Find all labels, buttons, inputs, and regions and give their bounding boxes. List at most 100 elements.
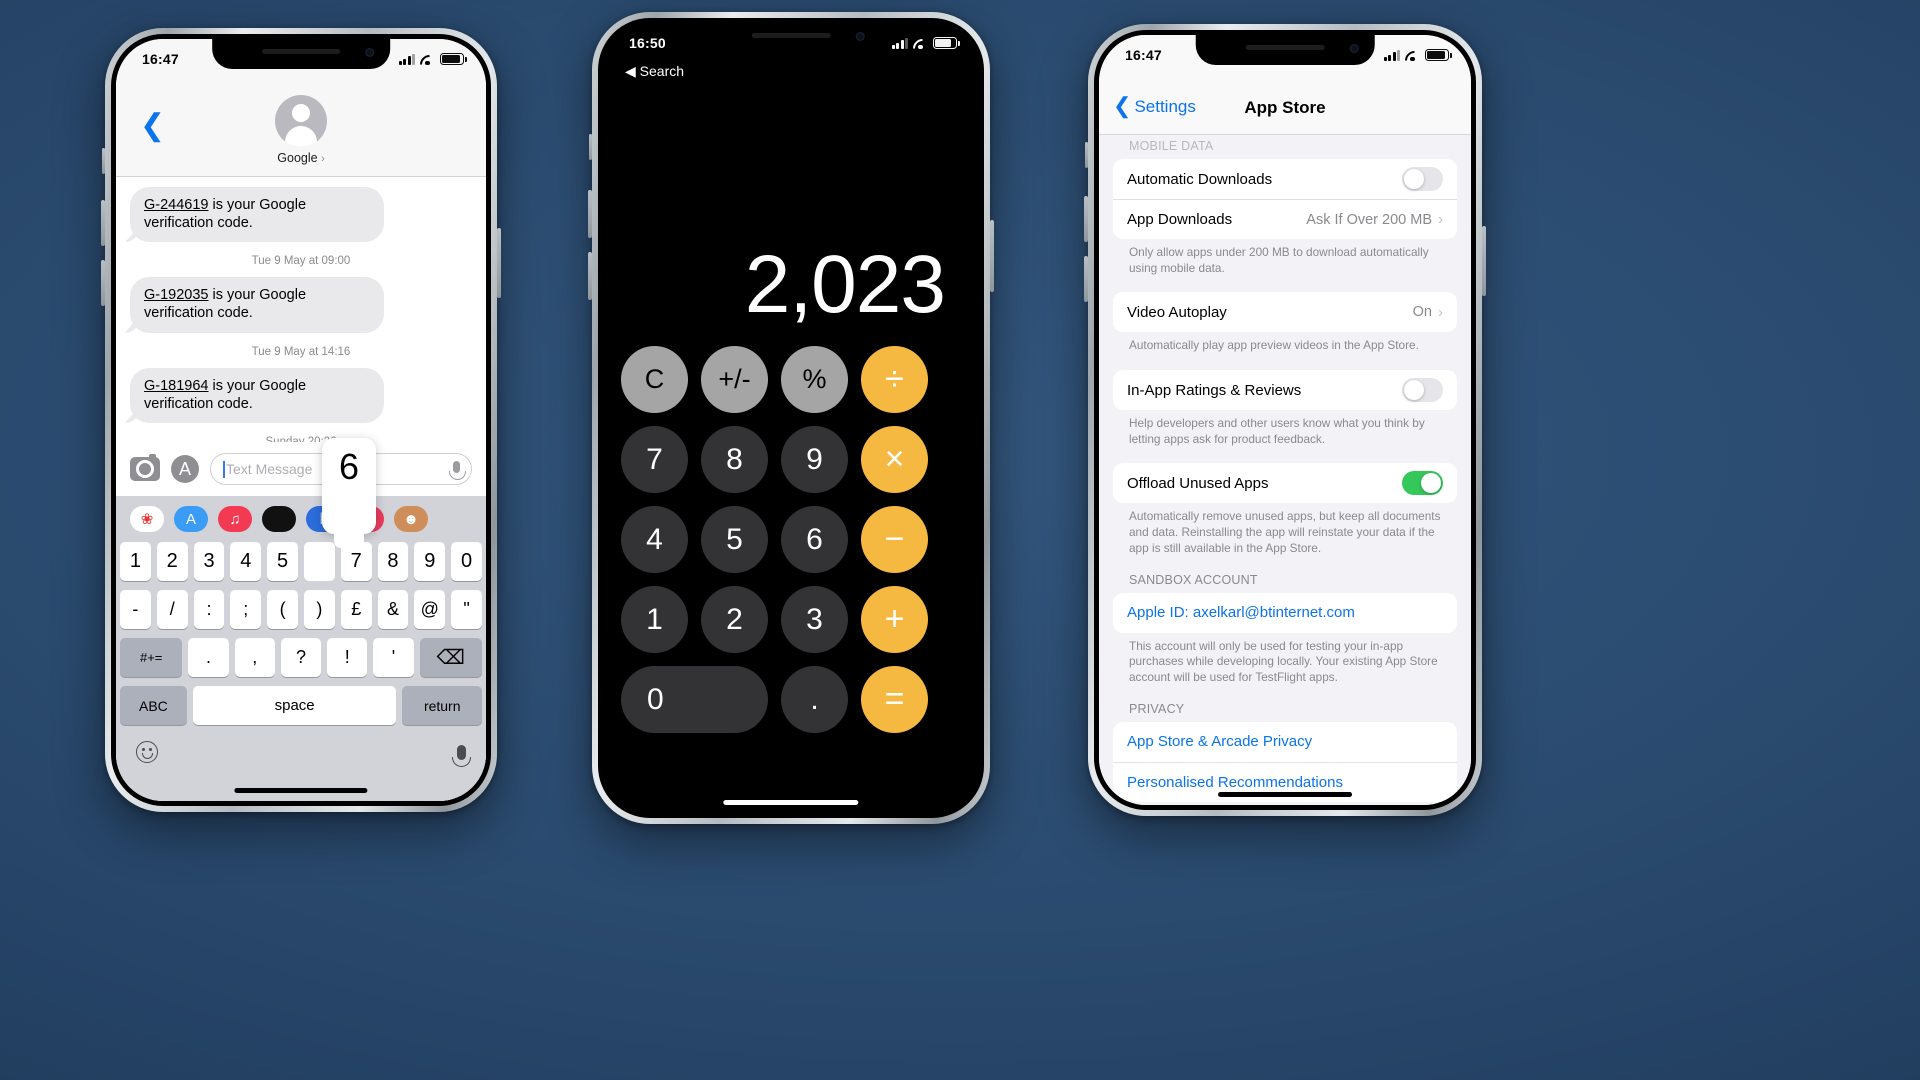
key-period[interactable]: . xyxy=(188,638,229,677)
volume-up-button[interactable] xyxy=(588,190,592,238)
key-1[interactable]: 1 xyxy=(120,542,151,581)
row-in-app-ratings[interactable]: In-App Ratings & Reviews xyxy=(1113,370,1457,410)
volume-down-button[interactable] xyxy=(588,252,592,300)
key-paren-close[interactable]: ) xyxy=(304,590,335,629)
automatic-downloads-toggle[interactable] xyxy=(1402,167,1443,191)
key-popup-preview: 6 xyxy=(322,438,376,534)
row-sandbox-apple-id[interactable]: Apple ID: axelkarl@btinternet.com xyxy=(1113,593,1457,633)
volume-up-button[interactable] xyxy=(1084,196,1088,242)
key-apostrophe[interactable]: ' xyxy=(373,638,414,677)
key-9[interactable]: 9 xyxy=(414,542,446,581)
key-ampersand[interactable]: & xyxy=(377,590,409,629)
plus-key[interactable]: + xyxy=(861,586,928,653)
equals-key[interactable]: = xyxy=(861,666,928,733)
phone-calculator: 16:50 ◀ Search 2,023 C +/- % ÷ 7 8 9 × 4… xyxy=(588,12,994,824)
key-hyphen[interactable]: - xyxy=(120,590,151,629)
abc-key[interactable]: ABC xyxy=(120,686,187,725)
digit-2-key[interactable]: 2 xyxy=(701,586,768,653)
earpiece-speaker xyxy=(751,33,831,38)
section-header-mobile-data: MOBILE DATA xyxy=(1129,139,1214,153)
music-app-icon[interactable]: ♫ xyxy=(218,506,252,532)
digit-5-key[interactable]: 5 xyxy=(701,506,768,573)
mute-switch[interactable] xyxy=(1085,142,1088,168)
digit-3-key[interactable]: 3 xyxy=(781,586,848,653)
clear-key[interactable]: C xyxy=(621,346,688,413)
row-app-downloads[interactable]: App Downloads Ask If Over 200 MB › xyxy=(1113,199,1457,239)
contact-header[interactable]: Google › xyxy=(116,95,486,165)
divide-key[interactable]: ÷ xyxy=(861,346,928,413)
digit-4-key[interactable]: 4 xyxy=(621,506,688,573)
mute-switch[interactable] xyxy=(589,134,592,160)
key-paren-open[interactable]: ( xyxy=(267,590,298,629)
row-automatic-downloads[interactable]: Automatic Downloads xyxy=(1113,159,1457,199)
offload-unused-apps-toggle[interactable] xyxy=(1402,471,1443,496)
key-exclamation[interactable]: ! xyxy=(327,638,368,677)
minus-key[interactable]: − xyxy=(861,506,928,573)
row-app-store-arcade-privacy[interactable]: App Store & Arcade Privacy xyxy=(1113,722,1457,762)
volume-down-button[interactable] xyxy=(1084,256,1088,302)
key-colon[interactable]: : xyxy=(193,590,225,629)
message-bubble[interactable]: G-192035 is your Google verification cod… xyxy=(130,277,384,333)
page-title: App Store xyxy=(1244,98,1326,117)
volume-up-button[interactable] xyxy=(101,200,105,246)
mute-switch[interactable] xyxy=(102,148,105,174)
key-5[interactable]: 5 xyxy=(267,542,298,581)
key-3[interactable]: 3 xyxy=(193,542,225,581)
row-video-autoplay[interactable]: Video Autoplay On › xyxy=(1113,292,1457,332)
key-6[interactable]: 6 xyxy=(304,542,335,581)
in-app-ratings-toggle[interactable] xyxy=(1402,378,1443,403)
power-button[interactable] xyxy=(990,220,994,292)
key-2[interactable]: 2 xyxy=(156,542,188,581)
key-8[interactable]: 8 xyxy=(377,542,409,581)
digit-7-key[interactable]: 7 xyxy=(621,426,688,493)
key-quote[interactable]: " xyxy=(451,590,482,629)
home-indicator[interactable] xyxy=(1218,792,1352,797)
decimal-key[interactable]: . xyxy=(781,666,848,733)
percent-key[interactable]: % xyxy=(781,346,848,413)
video-autoplay-card: Video Autoplay On › xyxy=(1113,292,1457,333)
key-slash[interactable]: / xyxy=(156,590,188,629)
key-0[interactable]: 0 xyxy=(451,542,482,581)
key-comma[interactable]: , xyxy=(234,638,275,677)
key-at[interactable]: @ xyxy=(414,590,446,629)
emoji-icon[interactable] xyxy=(136,741,158,763)
message-bubble[interactable]: G-181964 is your Google verification cod… xyxy=(130,367,384,423)
return-key[interactable]: return xyxy=(402,686,482,725)
settings-list[interactable]: MOBILE DATA Automatic Downloads App Down… xyxy=(1099,135,1471,805)
key-semicolon[interactable]: ; xyxy=(230,590,262,629)
memoji-app-icon[interactable]: ☻ xyxy=(394,506,428,532)
row-offload-unused-apps[interactable]: Offload Unused Apps xyxy=(1113,463,1457,503)
back-to-search-link[interactable]: ◀ Search xyxy=(625,63,684,80)
key-pound[interactable]: £ xyxy=(340,590,372,629)
offload-unused-card: Offload Unused Apps xyxy=(1113,463,1457,504)
home-indicator[interactable] xyxy=(723,800,859,805)
app-store-app-icon[interactable]: A xyxy=(174,506,208,532)
digit-0-key[interactable]: 0 xyxy=(621,666,768,733)
sign-toggle-key[interactable]: +/- xyxy=(701,346,768,413)
backspace-icon[interactable]: ⌫ xyxy=(419,638,482,677)
imessage-app-strip[interactable]: ❀ A ♫ ⦀ ⊕ ☻ xyxy=(116,496,486,542)
space-key[interactable]: space xyxy=(192,686,397,725)
microphone-icon[interactable] xyxy=(449,461,466,480)
symbols-shift-key[interactable]: #+= xyxy=(120,638,183,677)
digit-6-key[interactable]: 6 xyxy=(781,506,848,573)
power-button[interactable] xyxy=(497,228,501,298)
power-button[interactable] xyxy=(1482,226,1486,296)
key-4[interactable]: 4 xyxy=(230,542,262,581)
app-store-icon[interactable]: A xyxy=(171,455,199,483)
dark-app-icon[interactable] xyxy=(262,506,296,532)
camera-icon[interactable] xyxy=(130,454,160,481)
message-bubble[interactable]: G-244619 is your Google verification cod… xyxy=(130,187,384,243)
dictation-microphone-icon[interactable] xyxy=(452,744,471,767)
digit-9-key[interactable]: 9 xyxy=(781,426,848,493)
digit-1-key[interactable]: 1 xyxy=(621,586,688,653)
digit-8-key[interactable]: 8 xyxy=(701,426,768,493)
calculator-row: 4 5 6 − xyxy=(621,506,961,573)
home-indicator[interactable] xyxy=(234,788,368,793)
key-question[interactable]: ? xyxy=(280,638,322,677)
volume-down-button[interactable] xyxy=(101,260,105,306)
multiply-key[interactable]: × xyxy=(861,426,928,493)
notch xyxy=(212,39,390,69)
keyboard-bottom-bar xyxy=(116,734,486,768)
photos-app-icon[interactable]: ❀ xyxy=(130,506,164,532)
